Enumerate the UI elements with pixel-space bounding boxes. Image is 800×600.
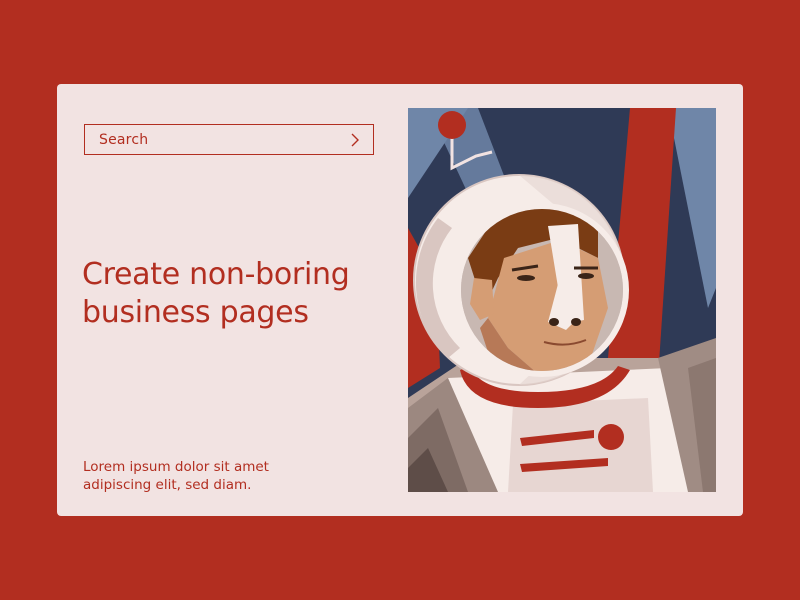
astronaut-illustration: [408, 108, 716, 492]
page-title: Create non-boring business pages: [82, 257, 350, 330]
chevron-right-icon[interactable]: [349, 133, 361, 147]
hero-description: Lorem ipsum dolor sit amet adipiscing el…: [83, 459, 269, 493]
search-bar[interactable]: Search: [84, 124, 374, 155]
search-input[interactable]: Search: [99, 132, 349, 148]
hero-card: Search Create non-boring business pages …: [57, 84, 743, 516]
